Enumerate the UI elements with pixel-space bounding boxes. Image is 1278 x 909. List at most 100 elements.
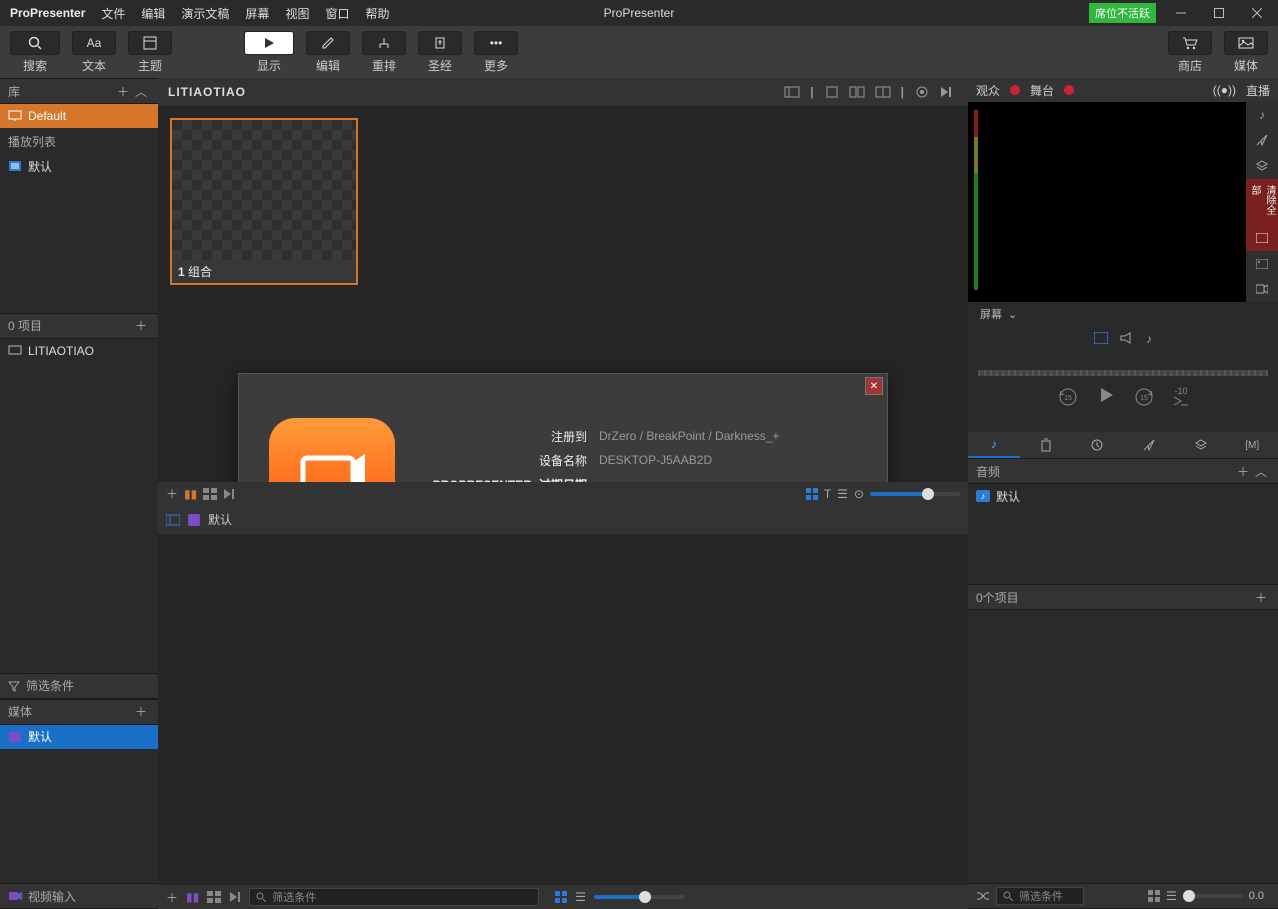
rview-grid-icon[interactable] xyxy=(1148,890,1160,902)
media-button[interactable]: 媒体 xyxy=(1218,29,1274,76)
mfooter-add-icon[interactable]: ＋ xyxy=(166,889,178,906)
tab-slide-icon[interactable] xyxy=(1246,225,1278,251)
view-grid-icon[interactable] xyxy=(806,488,818,500)
header-icon-3[interactable] xyxy=(844,86,870,98)
search-button[interactable]: 搜索 xyxy=(4,29,66,76)
library-item-default[interactable]: Default xyxy=(0,104,158,128)
footer-next-icon[interactable] xyxy=(223,488,235,500)
tab-layers-icon[interactable] xyxy=(1246,153,1278,179)
rview-list-icon[interactable]: ☰ xyxy=(1166,889,1177,903)
thumbnail-size-slider[interactable] xyxy=(870,492,960,496)
output-announce-icon[interactable] xyxy=(1120,332,1134,346)
seat-status-badge[interactable]: 席位不活跃 xyxy=(1089,3,1156,23)
stage-label[interactable]: 舞台 xyxy=(1030,82,1054,99)
menu-help[interactable]: 帮助 xyxy=(357,5,397,22)
menu-edit[interactable]: 编辑 xyxy=(133,5,173,22)
more-button[interactable]: •••更多 xyxy=(468,29,524,76)
footer-add-icon[interactable]: ＋ xyxy=(166,485,178,502)
menu-window[interactable]: 窗口 xyxy=(317,5,357,22)
preview-screen[interactable] xyxy=(968,102,1246,302)
rtab-timer[interactable] xyxy=(1020,432,1072,458)
playback-progress[interactable] xyxy=(978,370,1268,376)
mview-list-icon[interactable]: ☰ xyxy=(575,890,586,904)
clear-all-button[interactable]: 清除全部 xyxy=(1246,179,1278,225)
playlist-item-default[interactable]: 默认 xyxy=(0,154,158,178)
slide-area[interactable]: 1 组合 ✕ 注册到DrZero / BreakPoint / Darkness… xyxy=(158,106,968,482)
stage-status-dot xyxy=(1064,85,1074,95)
next-icon[interactable] xyxy=(934,85,958,99)
rtab-audio[interactable]: ♪ xyxy=(968,432,1020,458)
menu-screen[interactable]: 屏幕 xyxy=(237,5,277,22)
audio-collapse-icon[interactable]: ︿ xyxy=(1252,463,1270,480)
audio-item-default[interactable]: ♪ 默认 xyxy=(968,484,1278,508)
maximize-button[interactable] xyxy=(1200,0,1238,26)
media-layout-icon[interactable] xyxy=(166,514,180,526)
header-icon-4[interactable] xyxy=(870,86,896,98)
store-button[interactable]: 商店 xyxy=(1162,29,1218,76)
menu-presentation[interactable]: 演示文稿 xyxy=(173,5,237,22)
minimize-button[interactable] xyxy=(1162,0,1200,26)
record-icon[interactable] xyxy=(910,85,934,99)
live-label[interactable]: 直播 xyxy=(1246,82,1270,99)
close-button[interactable] xyxy=(1238,0,1276,26)
theme-button[interactable]: 主题 xyxy=(122,29,178,76)
slide-1[interactable]: 1 组合 xyxy=(170,118,358,285)
rtab-clock[interactable] xyxy=(1071,432,1123,458)
menu-file[interactable]: 文件 xyxy=(93,5,133,22)
fwd15-button[interactable]: 15 xyxy=(1133,386,1155,408)
tab-send-icon[interactable] xyxy=(1246,128,1278,154)
footer-tile-icon[interactable] xyxy=(203,488,217,500)
video-input-header[interactable]: 视频输入 xyxy=(0,883,158,909)
rtab-macro[interactable]: [M] xyxy=(1226,432,1278,458)
media-add-icon[interactable]: ＋ xyxy=(132,703,150,720)
tab-audio-icon[interactable]: ♪ xyxy=(1246,102,1278,128)
back15-button[interactable]: 15 xyxy=(1057,386,1079,408)
image-icon xyxy=(1238,36,1254,50)
media-thumbnail-slider[interactable] xyxy=(594,895,684,899)
mfooter-tile-icon[interactable] xyxy=(207,891,221,903)
rtab-message[interactable] xyxy=(1123,432,1175,458)
footer-grid-icon[interactable]: ▮▮ xyxy=(184,487,197,501)
bible-button[interactable]: 圣经 xyxy=(412,29,468,76)
goto-end-button[interactable]: -10 xyxy=(1173,386,1189,408)
filter-header[interactable]: 筛选条件 xyxy=(0,673,158,699)
audience-label[interactable]: 观众 xyxy=(976,82,1000,99)
tab-video-icon[interactable] xyxy=(1246,276,1278,302)
mfooter-grid-icon[interactable]: ▮▮ xyxy=(186,890,199,904)
output-audio-icon[interactable]: ♪ xyxy=(1146,332,1152,346)
mfooter-next-icon[interactable] xyxy=(229,891,241,903)
right-size-slider[interactable] xyxy=(1183,894,1243,898)
header-icon-1[interactable] xyxy=(779,86,805,98)
reflow-button[interactable]: 重排 xyxy=(356,29,412,76)
right-search-input[interactable]: 筛选条件 xyxy=(996,887,1084,905)
search-icon xyxy=(1003,891,1013,901)
library-collapse-icon[interactable]: ︿ xyxy=(132,83,150,100)
view-more-icon[interactable]: ⊙ xyxy=(854,487,864,501)
app-logo-icon xyxy=(269,418,395,482)
show-button[interactable]: 显示 xyxy=(238,29,300,76)
dialog-close-button[interactable]: ✕ xyxy=(865,377,883,395)
edit-button[interactable]: 编辑 xyxy=(300,29,356,76)
library-add-icon[interactable]: ＋ xyxy=(114,83,132,100)
tab-image-icon[interactable] xyxy=(1246,251,1278,277)
mview-grid-icon[interactable] xyxy=(555,891,567,903)
shuffle-icon[interactable] xyxy=(976,890,990,902)
media-item-default[interactable]: 默认 xyxy=(0,725,158,749)
play-button[interactable] xyxy=(1097,386,1115,408)
text-button[interactable]: Aa文本 xyxy=(66,29,122,76)
items-add-icon[interactable]: ＋ xyxy=(132,317,150,334)
media-search-input[interactable]: 筛选条件 xyxy=(249,888,539,906)
view-list-icon[interactable]: ☰ xyxy=(837,487,848,501)
audio-add-icon[interactable]: ＋ xyxy=(1234,463,1252,480)
header-icon-2[interactable] xyxy=(820,86,844,98)
media-theme-icon[interactable] xyxy=(188,514,200,526)
rtab-stack[interactable] xyxy=(1175,432,1227,458)
items-panel-add-icon[interactable]: ＋ xyxy=(1252,589,1270,606)
broadcast-icon[interactable]: ((●)) xyxy=(1213,83,1236,97)
items-entry[interactable]: LITIAOTIAO xyxy=(0,339,158,363)
media-area[interactable] xyxy=(158,534,968,886)
screen-dropdown[interactable]: 屏幕⌄ xyxy=(968,302,1278,326)
output-slide-icon[interactable] xyxy=(1094,332,1108,346)
view-text-icon[interactable]: T xyxy=(824,487,831,501)
menu-view[interactable]: 视图 xyxy=(277,5,317,22)
